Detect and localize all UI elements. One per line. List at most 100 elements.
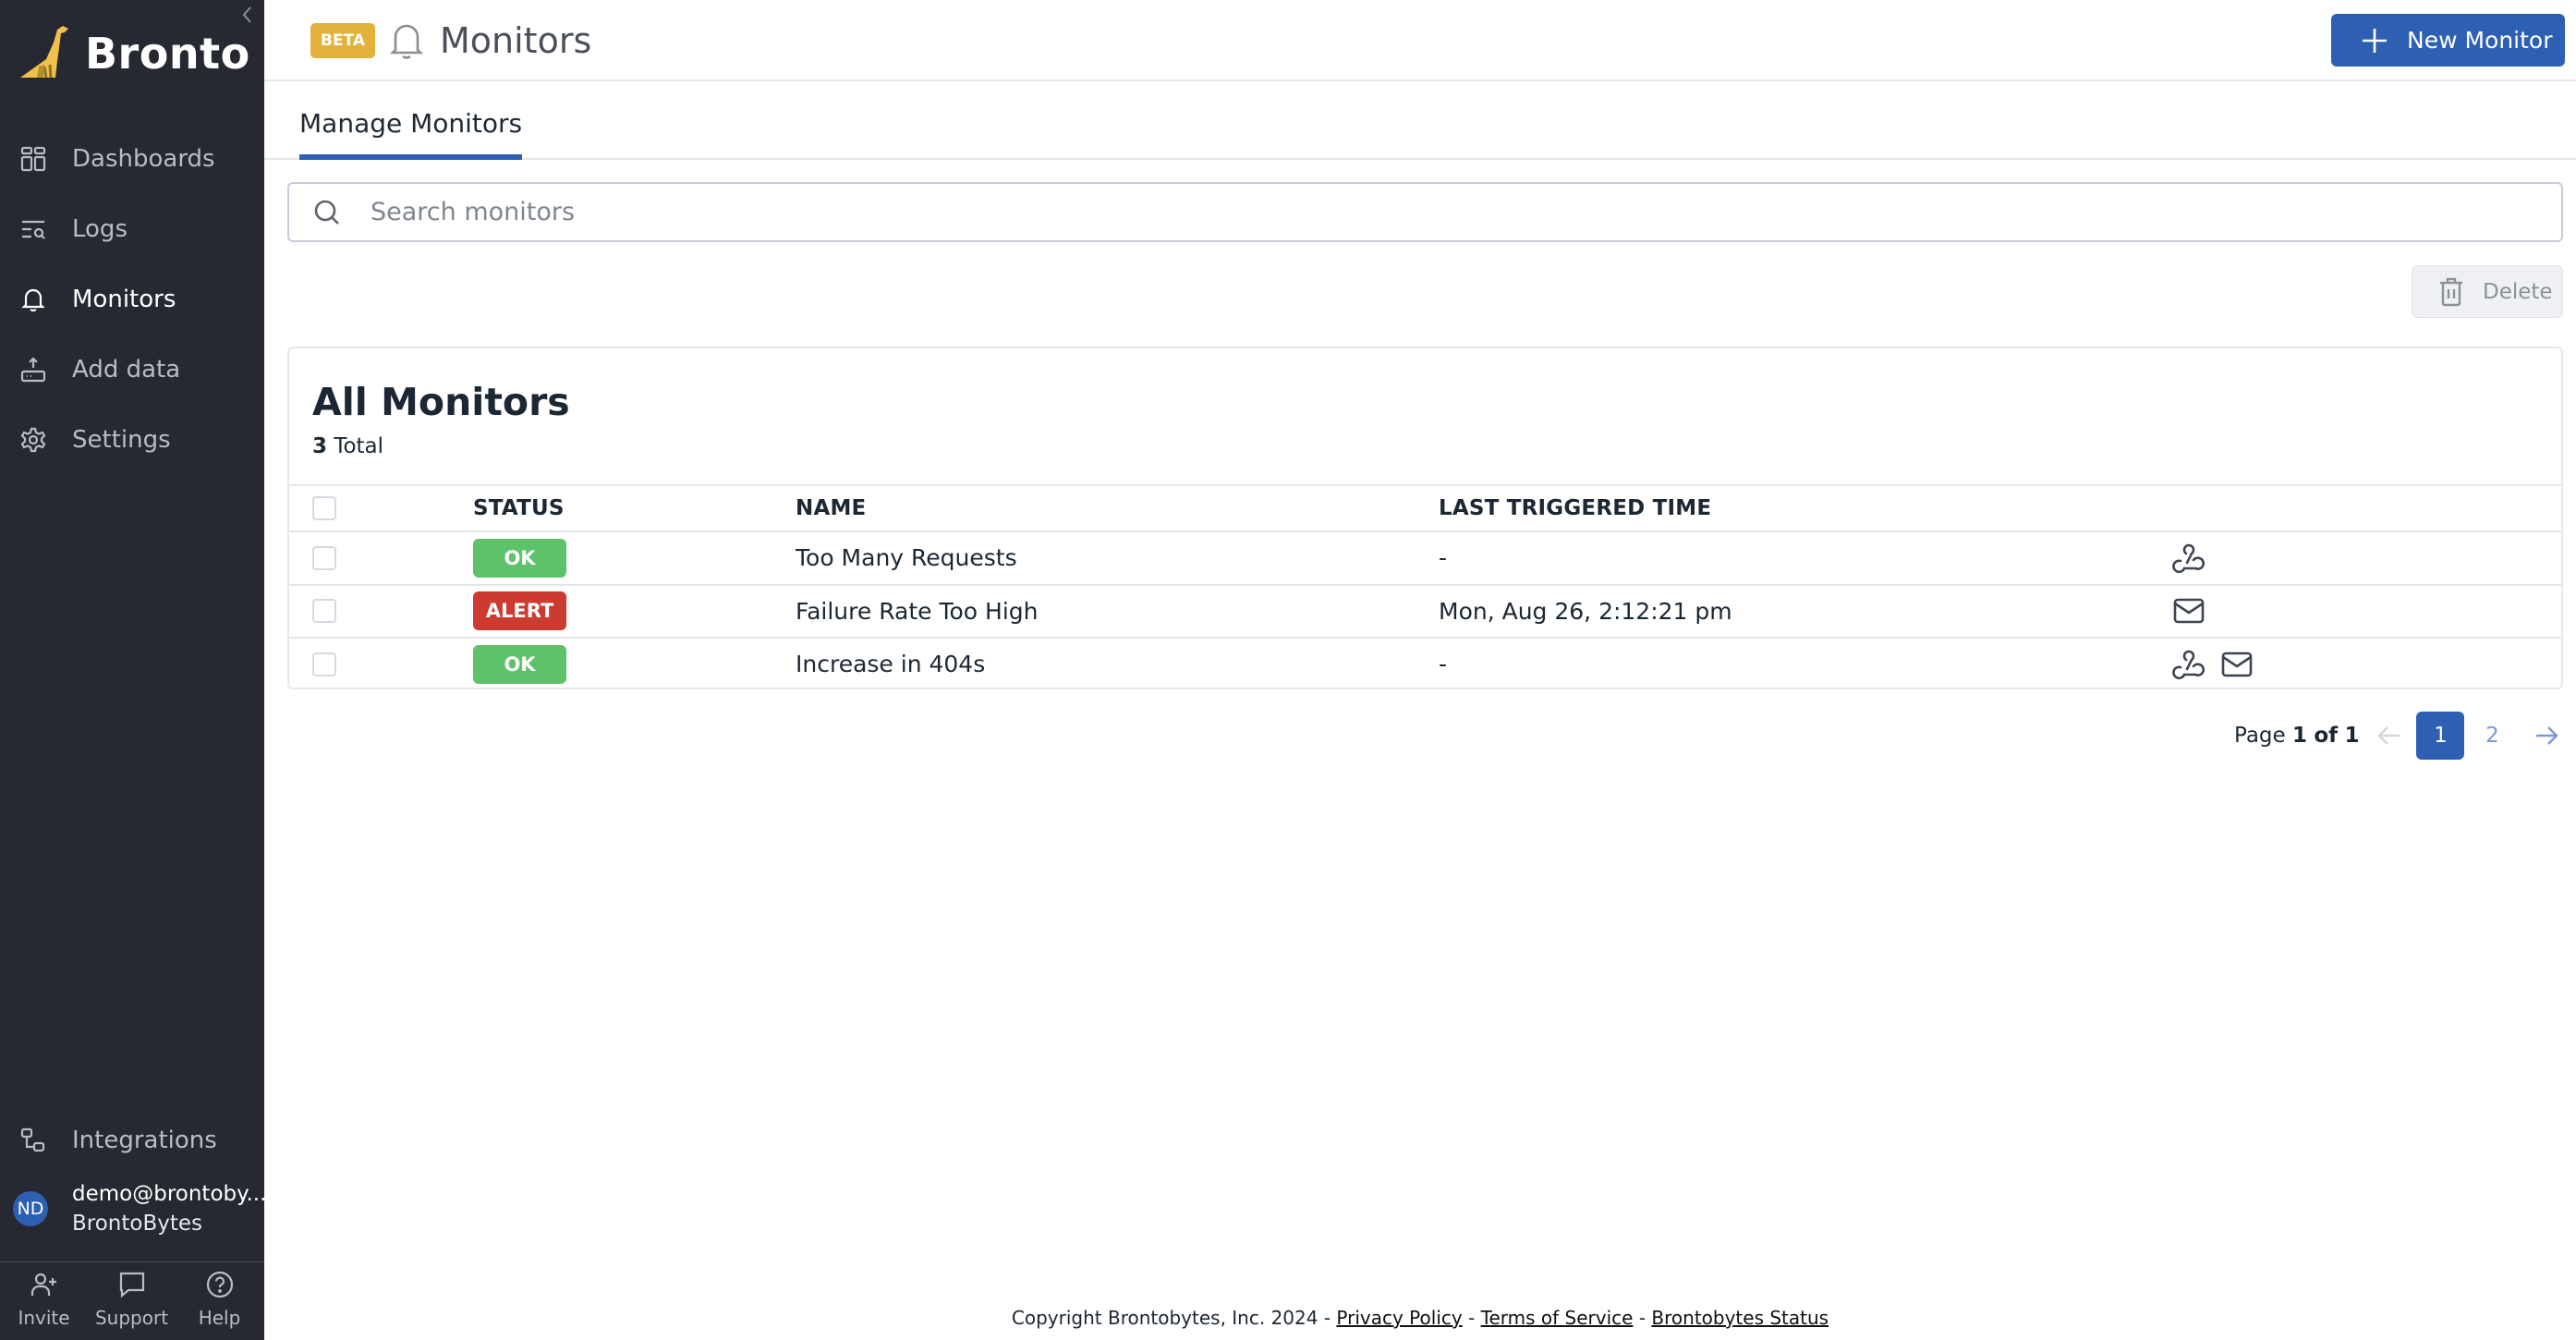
notification-channels (2171, 586, 2206, 638)
sidebar-item-label: Integrations (72, 1127, 217, 1154)
count-value: 3 (312, 434, 328, 458)
row-check-cell (312, 532, 336, 584)
user-info: demo@brontoby... BrontoBytes (72, 1179, 266, 1238)
table-row[interactable]: OK Too Many Requests - (289, 530, 2561, 584)
brand-logo[interactable]: Bronto (18, 22, 250, 79)
sidebar-item-dashboards[interactable]: Dashboards (0, 124, 264, 194)
footer-separator: - (1462, 1307, 1481, 1329)
monitor-name[interactable]: Failure Rate Too High (796, 586, 1039, 638)
last-triggered-time: Mon, Aug 26, 2:12:21 pm (1439, 597, 1732, 625)
row-checkbox[interactable] (312, 545, 336, 570)
tab-manage-monitors[interactable]: Manage Monitors (299, 105, 523, 160)
header-check-cell (312, 486, 336, 530)
sidebar-item-integrations[interactable]: Integrations (0, 1105, 264, 1176)
page-prefix: Page (2234, 724, 2286, 748)
column-header-status[interactable]: STATUS (473, 486, 565, 530)
prev-page-arrow-icon[interactable] (2376, 722, 2403, 749)
bell-icon (389, 24, 424, 59)
sidebar-item-label: Settings (72, 426, 171, 454)
page-button-1[interactable]: 1 (2416, 712, 2465, 760)
page-of-label: of (2314, 724, 2339, 748)
search-icon (314, 200, 339, 225)
footer-separator: - (1633, 1307, 1652, 1329)
total-pages: 1 (2344, 724, 2360, 748)
trash-icon (2440, 277, 2462, 306)
monitors-card: All Monitors 3 Total STATUS NAME LAST TR… (287, 347, 2563, 689)
webhook-icon (2172, 543, 2205, 573)
notification-channels (2171, 639, 2254, 690)
select-all-checkbox[interactable] (312, 496, 336, 520)
sidebar-bottom-actions: Invite Support Help (0, 1268, 264, 1329)
next-page-arrow-icon[interactable] (2533, 722, 2560, 749)
sidebar-nav: Dashboards Logs Monitors Add data Settin… (0, 124, 264, 475)
sidebar-item-label: Monitors (72, 286, 176, 313)
help-circle-icon (206, 1271, 233, 1298)
page-indicator: Page 1 of 1 (2234, 724, 2359, 748)
status-page-link[interactable]: Brontobytes Status (1651, 1307, 1829, 1329)
pagination: Page 1 of 1 1 2 (2234, 712, 2560, 760)
table-row[interactable]: ALERT Failure Rate Too High Mon, Aug 26,… (289, 583, 2561, 638)
sidebar: Bronto Dashboards Logs Monitors Add data… (0, 0, 266, 1340)
sidebar-divider (0, 1261, 264, 1262)
search-input[interactable] (371, 198, 2496, 226)
invite-label: Invite (18, 1307, 70, 1329)
table-header-row: STATUS NAME LAST TRIGGERED TIME (289, 484, 2561, 530)
sidebar-item-monitors[interactable]: Monitors (0, 264, 264, 335)
table-row[interactable]: OK Increase in 404s - (289, 637, 2561, 690)
status-cell: OK (473, 639, 566, 690)
current-page: 1 (2292, 724, 2308, 748)
row-check-cell (312, 639, 336, 690)
tab-bar: Manage Monitors (264, 81, 2576, 160)
card-title: All Monitors (312, 380, 570, 424)
copyright-text: Copyright Brontobytes, Inc. 2024 (1011, 1307, 1318, 1329)
upload-tray-icon (20, 357, 46, 383)
search-box (287, 182, 2563, 242)
active-tab-indicator (299, 154, 523, 160)
email-icon (2173, 598, 2205, 624)
status-cell: OK (473, 532, 566, 584)
new-monitor-label: New Monitor (2407, 27, 2553, 54)
sidebar-integrations: Integrations (0, 1105, 264, 1176)
email-icon (2221, 652, 2253, 677)
help-button[interactable]: Help (176, 1268, 263, 1329)
tab-label: Manage Monitors (299, 108, 523, 139)
sidebar-item-label: Dashboards (72, 145, 215, 173)
sidebar-item-label: Logs (72, 215, 128, 243)
brand-name: Bronto (85, 29, 250, 79)
sidebar-item-logs[interactable]: Logs (0, 194, 264, 264)
last-triggered-time: - (1439, 544, 1448, 572)
sidebar-item-add-data[interactable]: Add data (0, 335, 264, 405)
footer: Copyright Brontobytes, Inc. 2024 - Priva… (264, 1303, 2576, 1333)
invite-button[interactable]: Invite (0, 1268, 88, 1329)
status-cell: ALERT (473, 586, 566, 638)
status-badge: OK (473, 538, 566, 578)
avatar: ND (13, 1191, 48, 1226)
terms-of-service-link[interactable]: Terms of Service (1481, 1307, 1634, 1329)
page-title: Monitors (440, 20, 592, 61)
sidebar-item-settings[interactable]: Settings (0, 405, 264, 475)
user-account[interactable]: ND demo@brontoby... BrontoBytes (13, 1179, 266, 1238)
brontosaurus-logo-icon (20, 26, 68, 79)
privacy-policy-link[interactable]: Privacy Policy (1336, 1307, 1462, 1329)
delete-button[interactable]: Delete (2412, 265, 2563, 318)
page-header: BETA Monitors New Monitor (264, 0, 2576, 81)
help-label: Help (198, 1307, 241, 1329)
support-button[interactable]: Support (88, 1268, 176, 1329)
monitor-name[interactable]: Increase in 404s (796, 639, 985, 690)
delete-label: Delete (2483, 279, 2553, 304)
row-checkbox[interactable] (312, 652, 336, 676)
user-org: BrontoBytes (72, 1212, 203, 1236)
integrations-icon (20, 1127, 45, 1152)
new-monitor-button[interactable]: New Monitor (2331, 14, 2565, 67)
monitor-name[interactable]: Too Many Requests (796, 532, 1017, 584)
last-triggered-time: - (1439, 651, 1448, 678)
column-header-name[interactable]: NAME (796, 486, 866, 530)
column-header-last-triggered[interactable]: LAST TRIGGERED TIME (1439, 486, 1711, 530)
row-checkbox[interactable] (312, 599, 336, 624)
plus-icon (2363, 28, 2387, 53)
log-search-icon (22, 220, 45, 239)
user-email: demo@brontoby... (72, 1182, 267, 1206)
footer-separator: - (1318, 1307, 1337, 1329)
page-button-2[interactable]: 2 (2468, 712, 2516, 760)
webhook-icon (2172, 650, 2205, 679)
